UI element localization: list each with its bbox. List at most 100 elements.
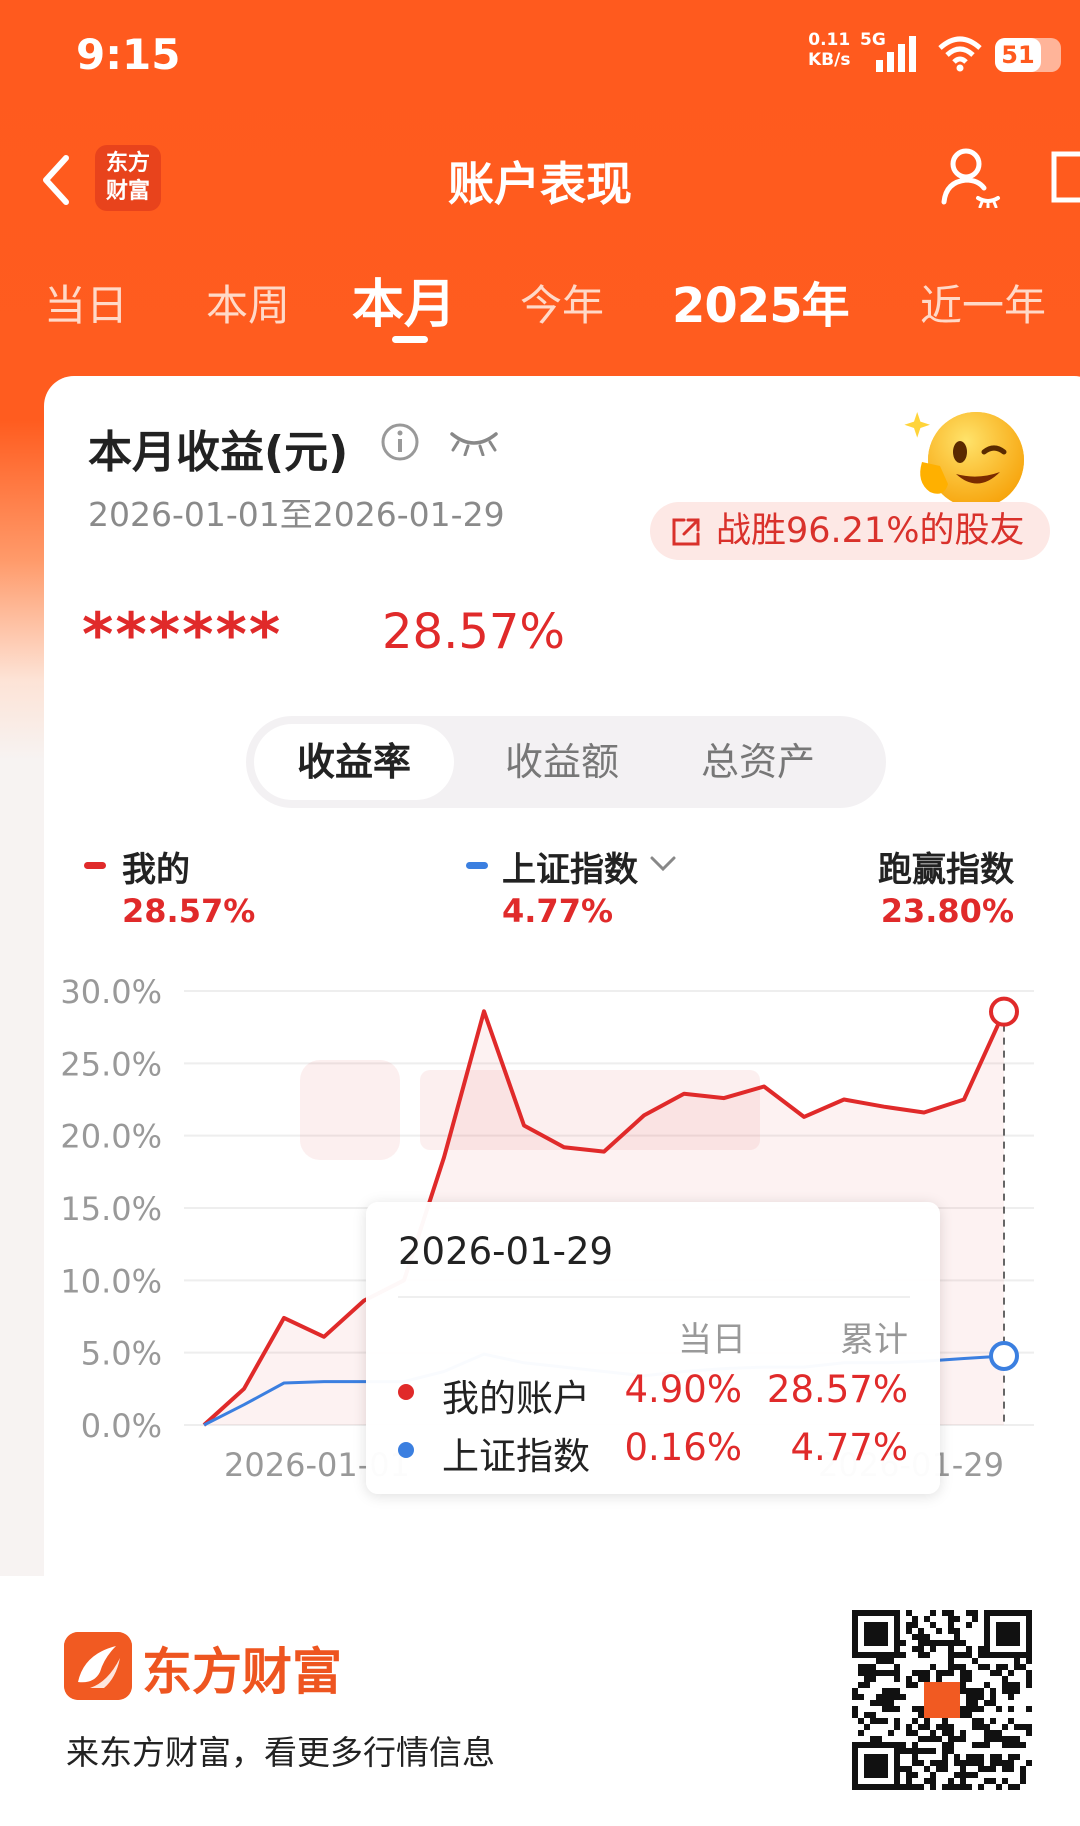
- qr-module: [870, 1664, 876, 1670]
- qr-module: [972, 1742, 978, 1748]
- qr-module: [1020, 1724, 1026, 1730]
- return-percent: 28.57%: [382, 604, 566, 660]
- user-profile-icon[interactable]: [938, 144, 1002, 208]
- qr-module: [912, 1682, 918, 1688]
- qr-module: [1020, 1766, 1026, 1772]
- qr-module: [918, 1736, 924, 1742]
- info-icon[interactable]: [380, 422, 420, 462]
- qr-module: [1020, 1742, 1026, 1748]
- tab-month[interactable]: 本月: [352, 262, 456, 337]
- qr-module: [972, 1694, 978, 1700]
- tooltip-row-total: 28.57%: [766, 1368, 908, 1411]
- qr-module: [990, 1694, 996, 1700]
- qr-module: [1008, 1688, 1014, 1694]
- qr-module: [858, 1730, 864, 1736]
- qr-module: [960, 1778, 966, 1784]
- qr-module: [942, 1742, 948, 1748]
- qr-module: [930, 1664, 936, 1670]
- battery-level: 51: [995, 38, 1041, 72]
- legend-beat-value: 23.80%: [880, 892, 1014, 930]
- metric-tab-return-amount[interactable]: 收益额: [462, 716, 662, 808]
- watermark-logo: [300, 1060, 760, 1160]
- tooltip-mine-dot: [398, 1384, 414, 1400]
- qr-module: [936, 1760, 942, 1766]
- qr-module: [972, 1760, 978, 1766]
- qr-module: [882, 1706, 888, 1712]
- tab-last-year[interactable]: 近一年: [920, 272, 1046, 333]
- tab-today[interactable]: 当日: [44, 272, 128, 333]
- qr-module: [870, 1700, 876, 1706]
- qr-module: [888, 1688, 894, 1694]
- qr-module: [966, 1784, 972, 1790]
- qr-module: [918, 1706, 924, 1712]
- end-point-mine: [989, 996, 1019, 1027]
- qr-module: [996, 1760, 1002, 1766]
- qr-module: [864, 1682, 870, 1688]
- qr-module: [942, 1640, 948, 1646]
- qr-module: [882, 1718, 888, 1724]
- qr-module: [960, 1682, 966, 1688]
- qr-module: [972, 1616, 978, 1622]
- card-title: 本月收益(元): [88, 427, 349, 478]
- qr-module: [1026, 1658, 1032, 1664]
- qr-module: [918, 1670, 924, 1676]
- qr-module: [948, 1628, 954, 1634]
- brand-logo-icon: [64, 1632, 132, 1700]
- tab-this-year[interactable]: 今年: [520, 272, 604, 333]
- qr-module: [930, 1640, 936, 1646]
- qr-module: [960, 1676, 966, 1682]
- qr-module: [924, 1724, 930, 1730]
- qr-module: [978, 1724, 984, 1730]
- qr-module: [966, 1646, 972, 1652]
- qr-module: [1008, 1682, 1014, 1688]
- qr-module: [966, 1760, 972, 1766]
- qr-module: [912, 1742, 918, 1748]
- qr-module: [876, 1718, 882, 1724]
- qr-module: [948, 1610, 954, 1616]
- qr-code[interactable]: [852, 1610, 1032, 1790]
- qr-module: [882, 1658, 888, 1664]
- qr-module: [924, 1676, 930, 1682]
- tooltip-row-name: 上证指数: [442, 1435, 590, 1478]
- metric-tab-total-assets[interactable]: 总资产: [658, 716, 858, 808]
- qr-module: [966, 1772, 972, 1778]
- qr-module: [972, 1688, 978, 1694]
- qr-module: [912, 1622, 918, 1628]
- qr-module: [1008, 1754, 1014, 1760]
- hide-amount-icon[interactable]: [448, 428, 500, 456]
- qr-module: [948, 1742, 954, 1748]
- qr-module: [1020, 1664, 1026, 1670]
- qr-module: [948, 1736, 954, 1742]
- share-icon[interactable]: [1046, 146, 1080, 208]
- qr-module: [924, 1652, 930, 1658]
- chevron-down-icon[interactable]: [648, 854, 678, 874]
- tab-week[interactable]: 本周: [206, 272, 290, 333]
- qr-module: [876, 1670, 882, 1676]
- share-external-icon: [672, 518, 700, 546]
- tooltip-divider: [398, 1296, 910, 1298]
- qr-module: [942, 1754, 948, 1760]
- qr-module: [996, 1670, 1002, 1676]
- qr-center-logo: [924, 1682, 960, 1718]
- qr-module: [954, 1754, 960, 1760]
- metric-tab-return-rate[interactable]: 收益率: [254, 724, 454, 800]
- qr-module: [990, 1730, 996, 1736]
- qr-module: [936, 1766, 942, 1772]
- qr-module: [984, 1700, 990, 1706]
- qr-module: [906, 1778, 912, 1784]
- qr-module: [924, 1670, 930, 1676]
- qr-module: [876, 1694, 882, 1700]
- qr-module: [1014, 1664, 1020, 1670]
- tooltip-row-name: 我的账户: [442, 1377, 590, 1420]
- qr-module: [1008, 1670, 1014, 1676]
- legend-index-label[interactable]: 上证指数: [502, 842, 638, 891]
- tab-2025[interactable]: 2025年: [672, 266, 850, 336]
- y-tick-label: 20.0%: [60, 1118, 162, 1156]
- beat-percentile-badge[interactable]: 战胜96.21%的股友: [650, 502, 1050, 560]
- qr-module: [972, 1658, 978, 1664]
- qr-module: [948, 1664, 954, 1670]
- qr-module: [984, 1682, 990, 1688]
- qr-module: [912, 1754, 918, 1760]
- qr-module: [870, 1736, 876, 1742]
- qr-module: [912, 1784, 918, 1790]
